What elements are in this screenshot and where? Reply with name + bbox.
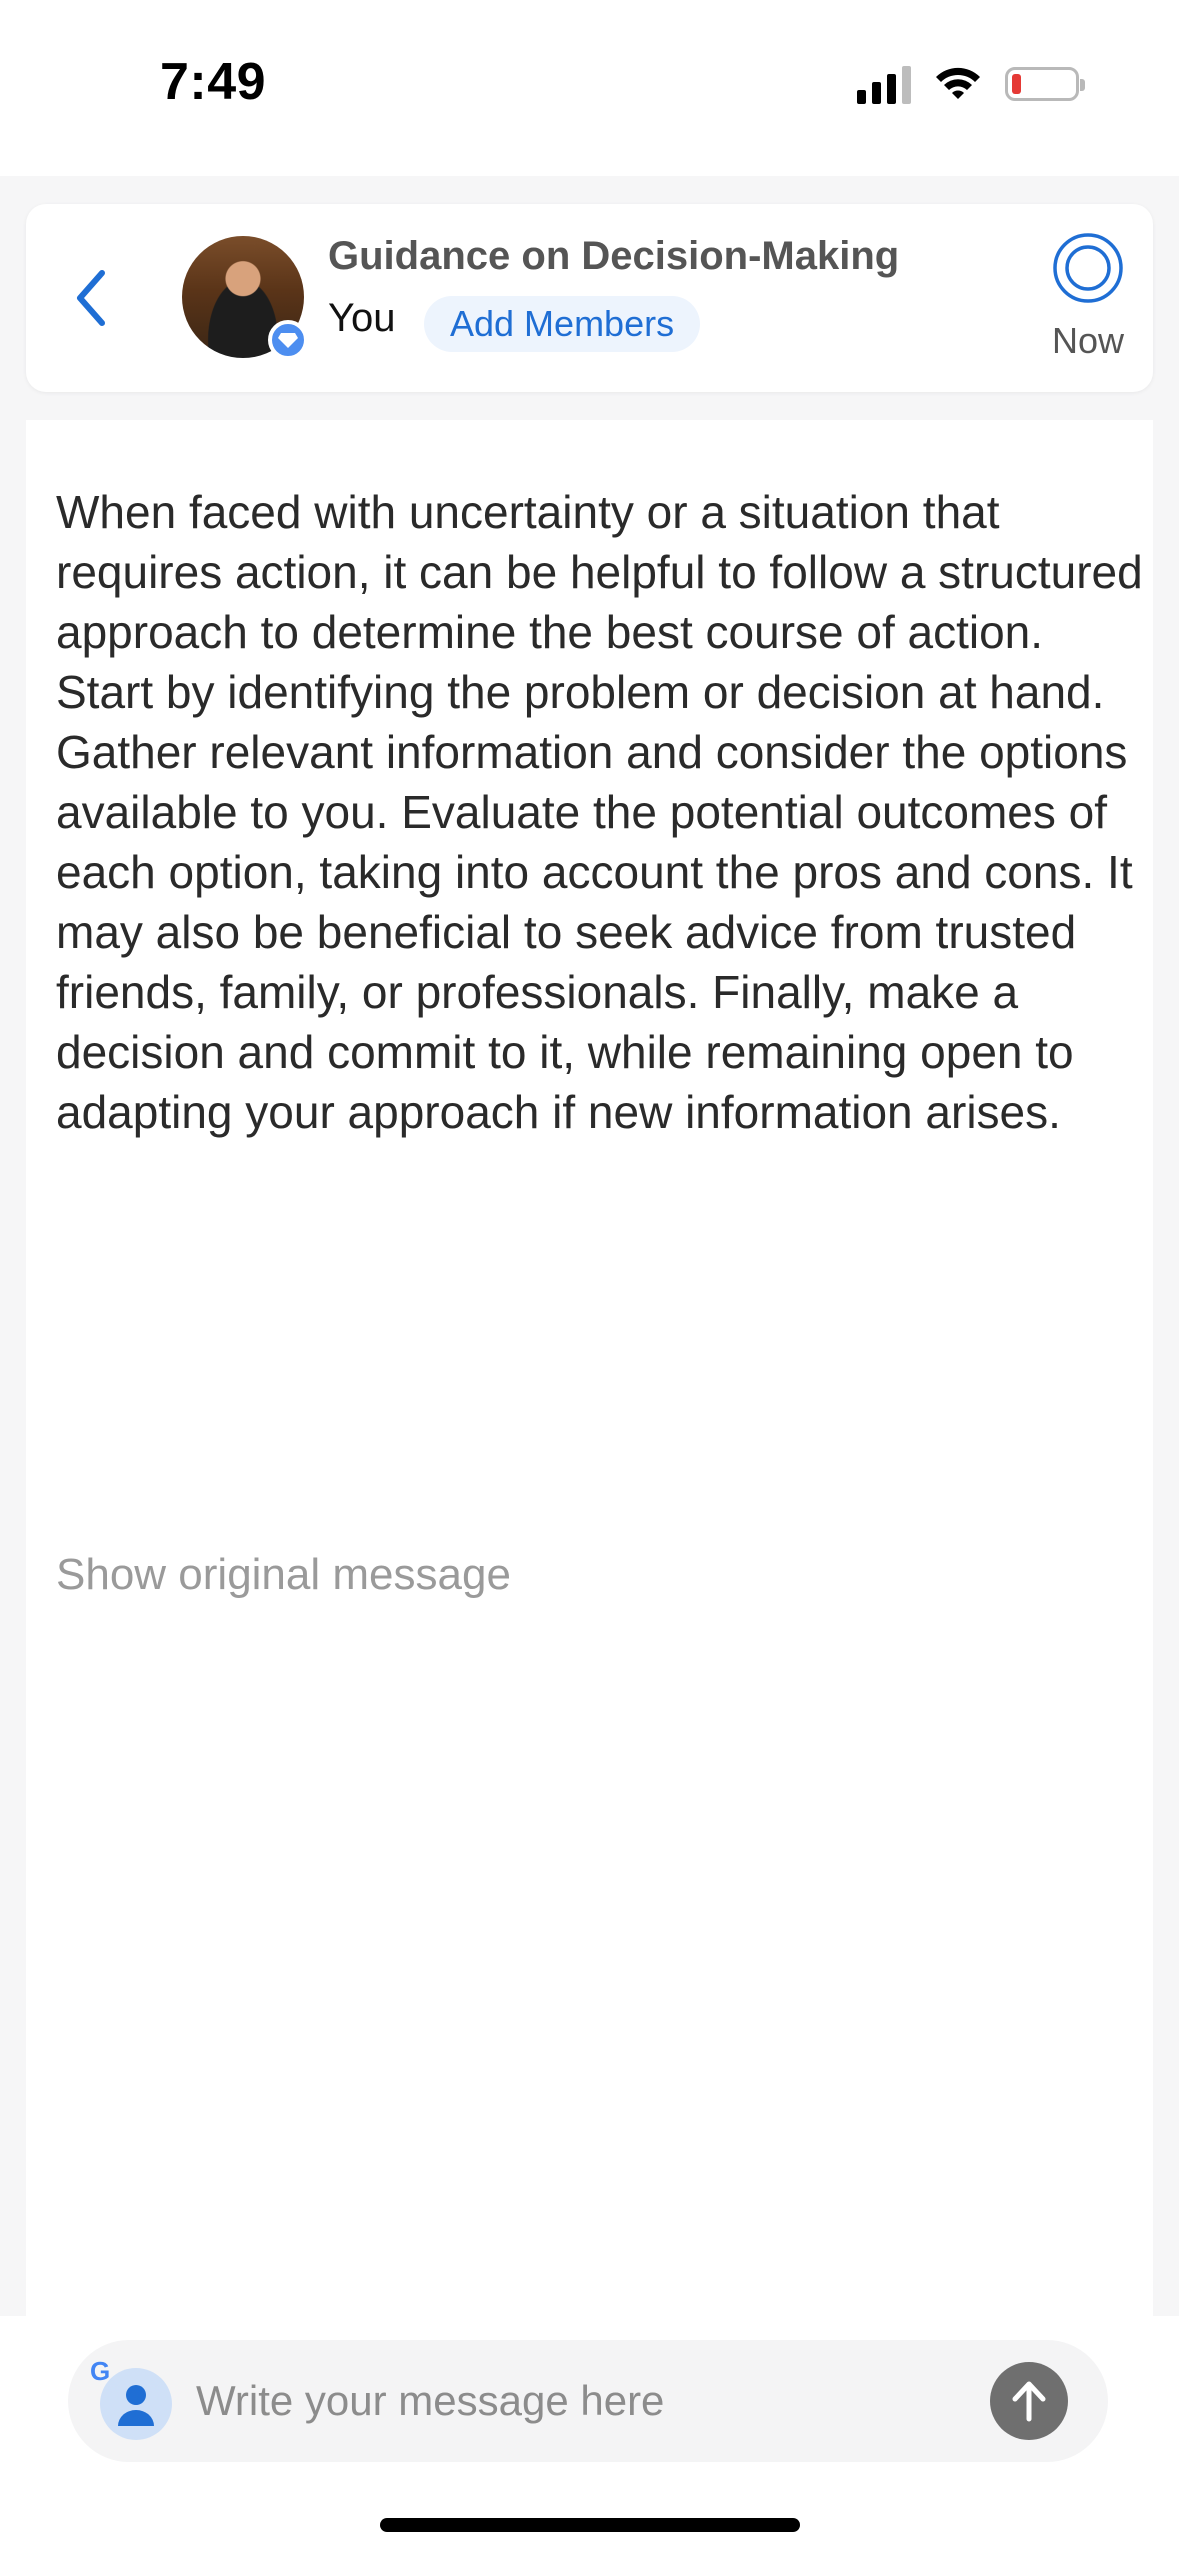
chevron-left-icon (77, 270, 105, 326)
timer-circle-icon (1053, 233, 1123, 303)
battery-level (1012, 74, 1021, 94)
message-input[interactable] (196, 2364, 1016, 2438)
message-text: When faced with uncertainty or a situati… (56, 486, 1143, 1138)
arrow-up-icon (1012, 2381, 1046, 2422)
add-members-button[interactable]: Add Members (424, 296, 701, 352)
show-original-link[interactable]: Show original message (56, 1550, 511, 1600)
timer-button[interactable] (1052, 232, 1124, 304)
send-button[interactable] (990, 2362, 1068, 2440)
wifi-icon (936, 67, 980, 99)
battery-icon (1005, 67, 1085, 101)
message-composer: G (68, 2340, 1108, 2462)
google-icon: G (90, 2356, 111, 2386)
back-button[interactable] (56, 258, 126, 338)
message-area: When faced with uncertainty or a situati… (26, 420, 1153, 2320)
verified-badge-icon (268, 320, 308, 360)
timer-label: Now (1051, 320, 1125, 361)
chat-header: Guidance on Decision-Making You Add Memb… (26, 204, 1153, 392)
cellular-signal-icon (857, 64, 911, 104)
status-icons (857, 62, 1085, 106)
avatar[interactable] (182, 236, 308, 360)
chat-title: Guidance on Decision-Making (328, 234, 900, 278)
participant-name: You (328, 296, 396, 340)
status-time: 7:49 (160, 53, 267, 111)
status-bar: 7:49 (0, 0, 1179, 176)
composer-avatar[interactable]: G (90, 2356, 172, 2440)
home-indicator (380, 2518, 800, 2532)
user-icon (100, 2368, 172, 2440)
